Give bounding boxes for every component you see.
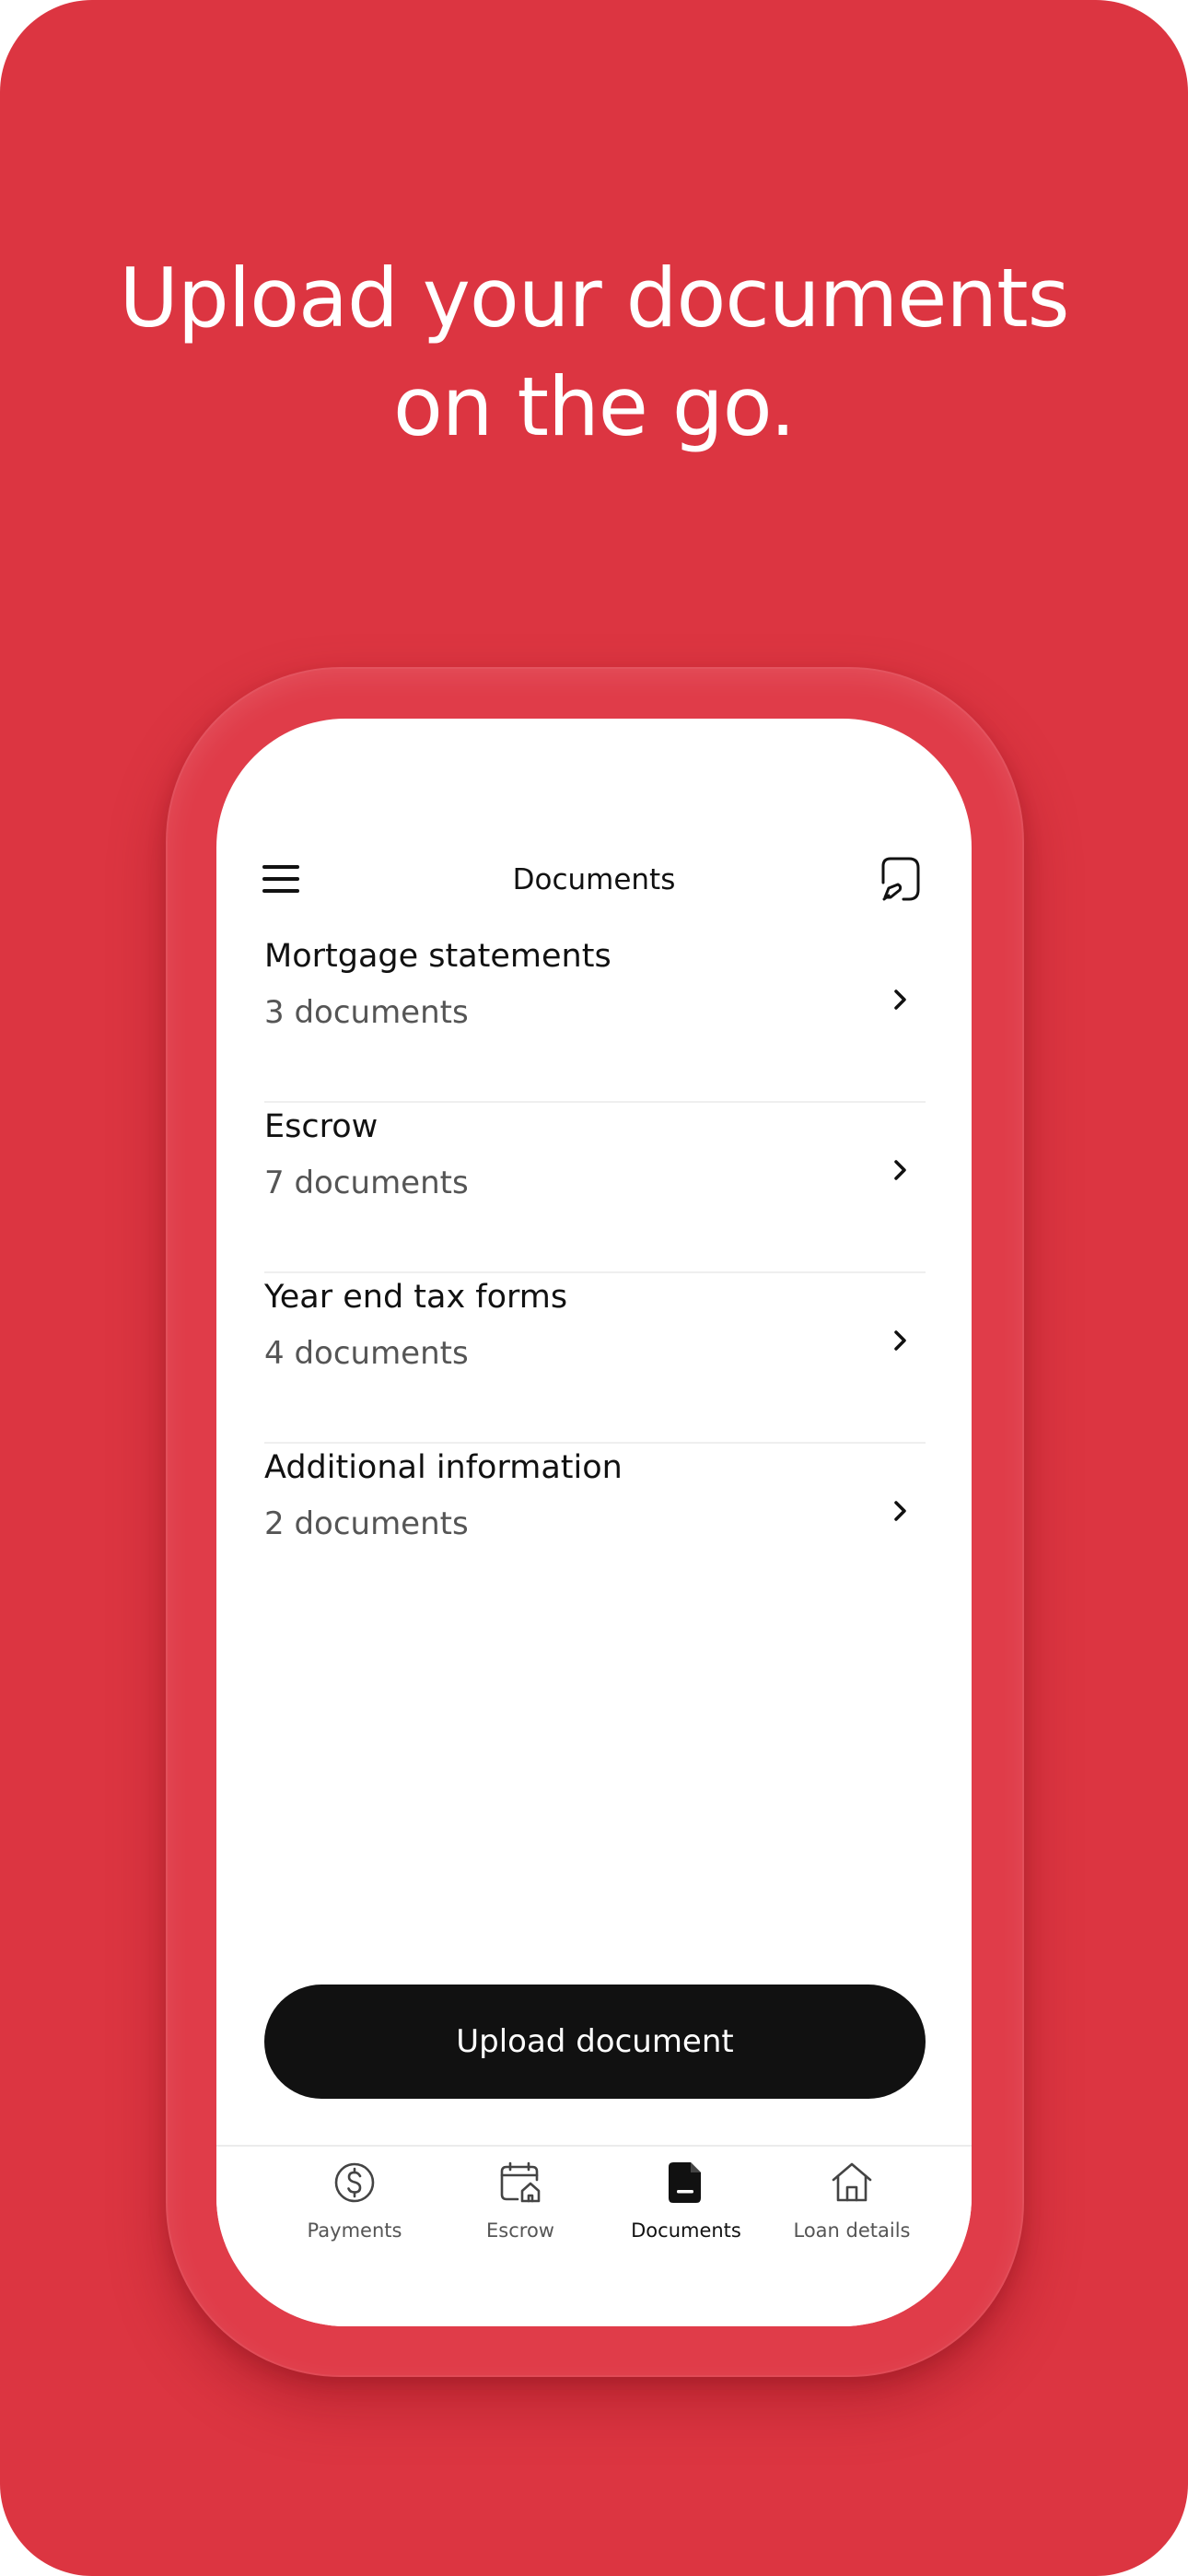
list-item-count: 2 documents	[264, 1505, 469, 1542]
bottom-tab-bar: Payments Escrow Documents Loan details	[216, 2145, 972, 2326]
document-edit-icon[interactable]	[879, 855, 924, 903]
home-icon	[832, 2162, 872, 2202]
headline-line-1: Upload your documents	[119, 251, 1069, 345]
chevron-right-icon	[894, 1330, 906, 1351]
list-item-mortgage-statements[interactable]: Mortgage statements 3 documents	[264, 932, 926, 1103]
page-title: Documents	[512, 863, 676, 896]
chevron-right-icon	[894, 1501, 906, 1521]
chevron-right-icon	[894, 989, 906, 1010]
phone-screen: Documents Mortgage statements 3 document…	[216, 719, 972, 2326]
list-item-year-end-tax-forms[interactable]: Year end tax forms 4 documents	[264, 1273, 926, 1444]
promo-canvas: Upload your documents on the go. Documen…	[0, 0, 1188, 2576]
upload-document-button[interactable]: Upload document	[264, 1985, 926, 2099]
calendar-home-icon	[500, 2161, 541, 2203]
document-icon	[669, 2162, 701, 2203]
list-item-title: Additional information	[264, 1449, 623, 1486]
headline: Upload your documents on the go.	[0, 244, 1188, 462]
tab-escrow[interactable]: Escrow	[437, 2160, 603, 2261]
list-item-title: Mortgage statements	[264, 938, 611, 975]
list-item-count: 7 documents	[264, 1165, 469, 1201]
headline-line-2: on the go.	[392, 359, 796, 454]
chevron-right-icon	[894, 1160, 906, 1180]
document-category-list: Mortgage statements 3 documents Escrow 7…	[264, 932, 926, 1614]
tab-label: Documents	[631, 2219, 741, 2242]
tab-label: Payments	[307, 2219, 402, 2242]
tab-label: Escrow	[486, 2219, 554, 2242]
top-nav-bar: Documents	[216, 838, 972, 921]
list-item-count: 3 documents	[264, 994, 469, 1031]
list-item-additional-information[interactable]: Additional information 2 documents	[264, 1444, 926, 1614]
list-item-count: 4 documents	[264, 1335, 469, 1372]
tab-label: Loan details	[793, 2219, 911, 2242]
tab-loan-details[interactable]: Loan details	[769, 2160, 935, 2261]
list-item-title: Escrow	[264, 1108, 379, 1145]
list-item-escrow[interactable]: Escrow 7 documents	[264, 1103, 926, 1273]
tab-payments[interactable]: Payments	[272, 2160, 437, 2261]
list-item-title: Year end tax forms	[264, 1279, 568, 1316]
dollar-circle-icon	[334, 2162, 375, 2203]
tab-documents[interactable]: Documents	[603, 2160, 769, 2261]
